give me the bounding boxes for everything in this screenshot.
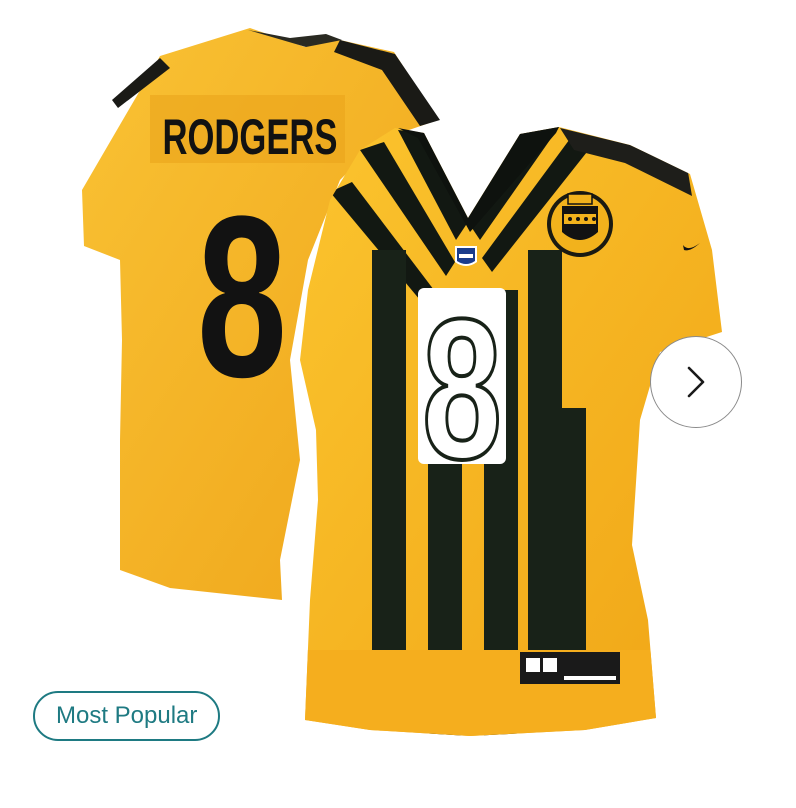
carousel-next-button[interactable] <box>650 336 742 428</box>
front-jersey: 8 <box>300 127 722 736</box>
team-crest-icon <box>547 191 613 257</box>
most-popular-badge: Most Popular <box>33 691 221 741</box>
nfl-logo <box>455 246 477 266</box>
chevron-right-icon <box>687 366 705 398</box>
product-card: RODGERS 8 8 Most Popular <box>0 0 796 808</box>
front-number-text: 8 <box>422 278 502 501</box>
jersey-name-text: RODGERS <box>163 109 338 165</box>
back-number-text: 8 <box>197 168 287 425</box>
jock-tag <box>520 652 620 684</box>
front-number: 8 <box>418 276 506 503</box>
